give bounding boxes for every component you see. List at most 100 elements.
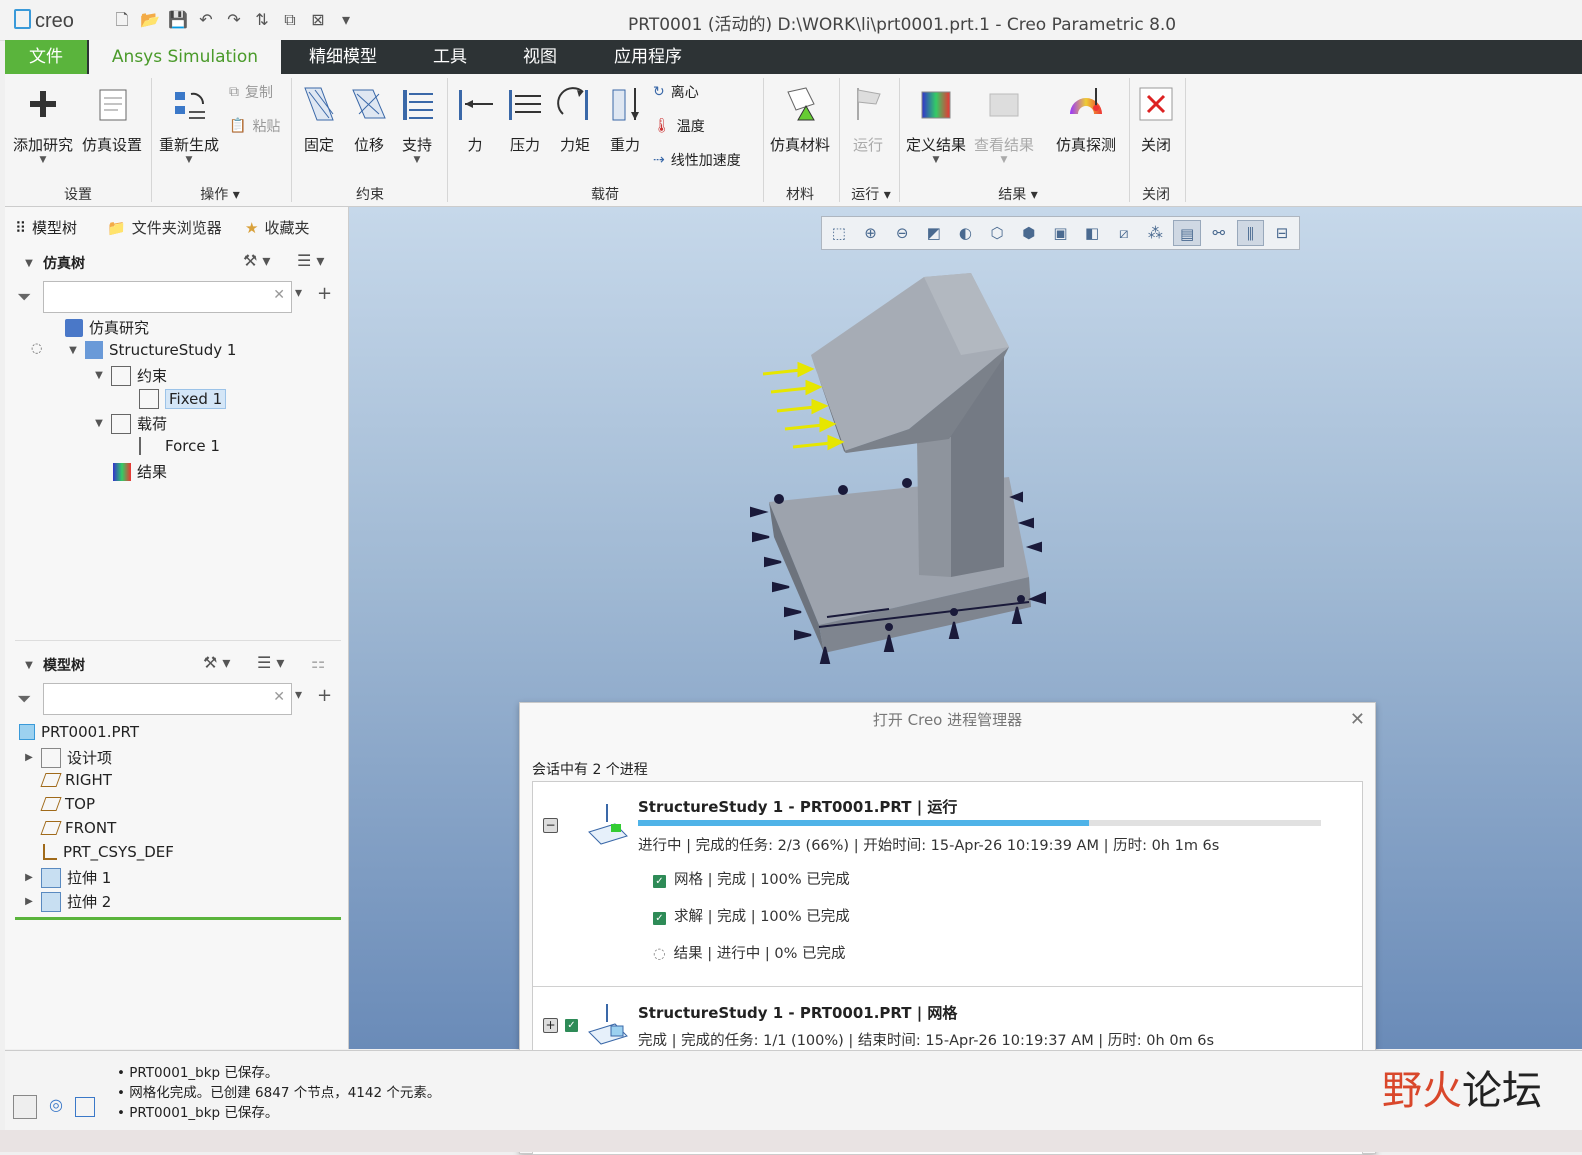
tree-item-right-plane[interactable]: RIGHT — [40, 771, 112, 789]
linear-accel-button[interactable]: ⇢ 线性加速度 — [653, 150, 741, 170]
collapse-process-button[interactable]: − — [543, 818, 558, 833]
force-button[interactable]: 力 — [453, 82, 497, 155]
tab-folder-browser[interactable]: 📁 文件夹浏览器 — [107, 217, 222, 238]
displacement-button[interactable]: 位移 — [347, 82, 391, 155]
group-ops[interactable]: 操作 ▾ — [185, 184, 255, 204]
tree-item-part[interactable]: PRT0001.PRT — [19, 723, 139, 741]
navigator-toggle-icon[interactable] — [13, 1095, 37, 1119]
sim-setup-button[interactable]: 仿真设置 — [79, 82, 145, 155]
pressure-button[interactable]: 压力 — [503, 82, 547, 155]
tree-item-front-plane[interactable]: FRONT — [40, 819, 116, 837]
redo-icon[interactable]: ↷ — [222, 8, 246, 32]
perspective-icon[interactable]: ▣ — [1047, 220, 1075, 246]
new-file-icon[interactable]: 🗋 — [110, 8, 134, 32]
tree-item-loads[interactable]: ▼ 载荷 — [93, 413, 167, 434]
tab-applications[interactable]: 应用程序 — [605, 40, 691, 74]
add-filter-icon[interactable]: + — [317, 283, 332, 304]
tab-refine-model[interactable]: 精细模型 — [295, 40, 391, 74]
tab-file[interactable]: 文件 — [5, 40, 87, 74]
temperature-button[interactable]: 🌡 温度 — [653, 116, 705, 136]
loads-display-icon[interactable]: ⫼ — [1236, 220, 1265, 246]
sim-tree-search-input[interactable]: ✕ — [43, 281, 292, 313]
view-manager-icon[interactable]: ⬢ — [1015, 220, 1043, 246]
sim-tree-header[interactable]: ▼ 仿真树 — [23, 253, 85, 273]
tree-columns-icon[interactable]: ☰ ▾ — [297, 251, 324, 270]
tree-item-top-plane[interactable]: TOP — [40, 795, 95, 813]
refit-icon[interactable]: ⬚ — [825, 220, 853, 246]
group-results[interactable]: 结果 ▾ — [985, 184, 1051, 204]
run-button[interactable]: 运行 — [843, 82, 893, 155]
process-checkbox[interactable]: ✓ — [565, 1016, 586, 1032]
copy-button[interactable]: ⧉ 复制 — [229, 82, 273, 102]
annotation-display-icon[interactable]: ⁂ — [1142, 220, 1170, 246]
close-ribbon-button[interactable]: 关闭 — [1133, 82, 1179, 155]
paste-button[interactable]: 📋 粘贴 — [229, 116, 280, 136]
sim-material-button[interactable]: 仿真材料 — [767, 82, 833, 155]
tab-tools[interactable]: 工具 — [415, 40, 485, 74]
tree-item-structure-study[interactable]: ▼ StructureStudy 1 — [67, 341, 236, 359]
windows-icon[interactable]: ⧉ — [278, 8, 302, 32]
view-results-button[interactable]: 查看结果 ▼ — [971, 82, 1037, 165]
tree-item-csys[interactable]: PRT_CSYS_DEF — [43, 843, 174, 861]
fixed-button[interactable]: 固定 — [297, 82, 341, 155]
undo-icon[interactable]: ↶ — [194, 8, 218, 32]
tree-item-fixed[interactable]: Fixed 1 — [139, 389, 227, 409]
display-style-icon[interactable]: ◐ — [952, 220, 980, 246]
saved-orientations-icon[interactable]: ⬡ — [983, 220, 1011, 246]
sim-probe-button[interactable]: 仿真探测 — [1053, 82, 1119, 155]
tab-model-tree[interactable]: ⠿ 模型树 — [15, 217, 77, 238]
support-button[interactable]: 支持 ▼ — [395, 82, 439, 165]
save-icon[interactable]: 💾 — [166, 8, 190, 32]
zoom-out-icon[interactable]: ⊖ — [888, 220, 916, 246]
tree-settings-icon[interactable]: ⚒ ▾ — [203, 653, 230, 672]
tab-view[interactable]: 视图 — [505, 40, 575, 74]
tree-settings-icon[interactable]: ⚒ ▾ — [243, 251, 270, 270]
tree-columns-icon[interactable]: ☰ ▾ — [257, 653, 284, 672]
define-results-button[interactable]: 定义结果 ▼ — [903, 82, 969, 165]
tree-item-extrude2[interactable]: ▶ 拉伸 2 — [23, 891, 111, 912]
zoom-in-icon[interactable]: ⊕ — [857, 220, 885, 246]
tree-item-results[interactable]: 结果 — [113, 461, 167, 482]
regenerate-icon[interactable]: ⇅ — [250, 8, 274, 32]
tree-item-sim-study[interactable]: 仿真研究 — [65, 317, 149, 338]
add-filter-icon[interactable]: + — [317, 685, 332, 706]
repaint-icon[interactable]: ◩ — [920, 220, 948, 246]
fixed-constraint-icon — [297, 82, 341, 126]
tree-item-extrude1[interactable]: ▶ 拉伸 1 — [23, 867, 111, 888]
tree-item-constraints[interactable]: ▼ 约束 — [93, 365, 167, 386]
tab-ansys-simulation[interactable]: Ansys Simulation — [89, 40, 281, 74]
add-study-button[interactable]: 添加研究 ▼ — [11, 82, 75, 165]
expand-process-button[interactable]: + — [543, 1018, 558, 1033]
clear-icon[interactable]: ✕ — [273, 689, 285, 705]
moment-label: 力矩 — [559, 136, 590, 154]
sim-display-icon[interactable]: ▤ — [1173, 220, 1201, 246]
gravity-button[interactable]: 重力 — [603, 82, 647, 155]
datum-display-icon[interactable]: ⧄ — [1110, 220, 1138, 246]
fullscreen-icon[interactable] — [75, 1097, 95, 1117]
close-icon[interactable]: ✕ — [1350, 709, 1365, 730]
tab-favorites[interactable]: ★ 收藏夹 — [245, 217, 309, 238]
close-window-icon[interactable]: ⊠ — [306, 8, 330, 32]
filter-icon[interactable]: ⏷ — [17, 287, 31, 308]
browser-toggle-icon[interactable]: ◎ — [45, 1095, 67, 1117]
filter-dropdown-icon[interactable]: ▾ — [295, 285, 302, 301]
customize-qat-icon[interactable]: ▾ — [334, 8, 358, 32]
dropdown-arrow-icon: ▼ — [185, 155, 193, 165]
tree-item-force[interactable]: Force 1 — [139, 437, 220, 455]
model-tree-header[interactable]: ▼ 模型树 — [23, 655, 85, 675]
show-icon[interactable]: ⚏ — [311, 653, 325, 672]
regenerate-button[interactable]: 重新生成 ▼ — [157, 82, 221, 165]
connections-display-icon[interactable]: ⚯ — [1205, 220, 1233, 246]
clear-icon[interactable]: ✕ — [273, 287, 285, 303]
tree-item-design-items[interactable]: ▶ 设计项 — [23, 747, 112, 768]
section-icon[interactable]: ◧ — [1078, 220, 1106, 246]
filter-dropdown-icon[interactable]: ▾ — [295, 687, 302, 703]
filter-icon[interactable]: ⏷ — [17, 689, 31, 710]
centrifugal-button[interactable]: ↻ 离心 — [653, 82, 699, 102]
model-tree-search-input[interactable]: ✕ — [43, 683, 292, 715]
open-folder-icon[interactable]: 📂 — [138, 8, 162, 32]
group-run[interactable]: 运行 ▾ — [843, 184, 899, 204]
labels-display-icon[interactable]: ⊟ — [1268, 220, 1296, 246]
moment-button[interactable]: 力矩 — [553, 82, 597, 155]
group-run-label: 运行 — [851, 187, 880, 203]
